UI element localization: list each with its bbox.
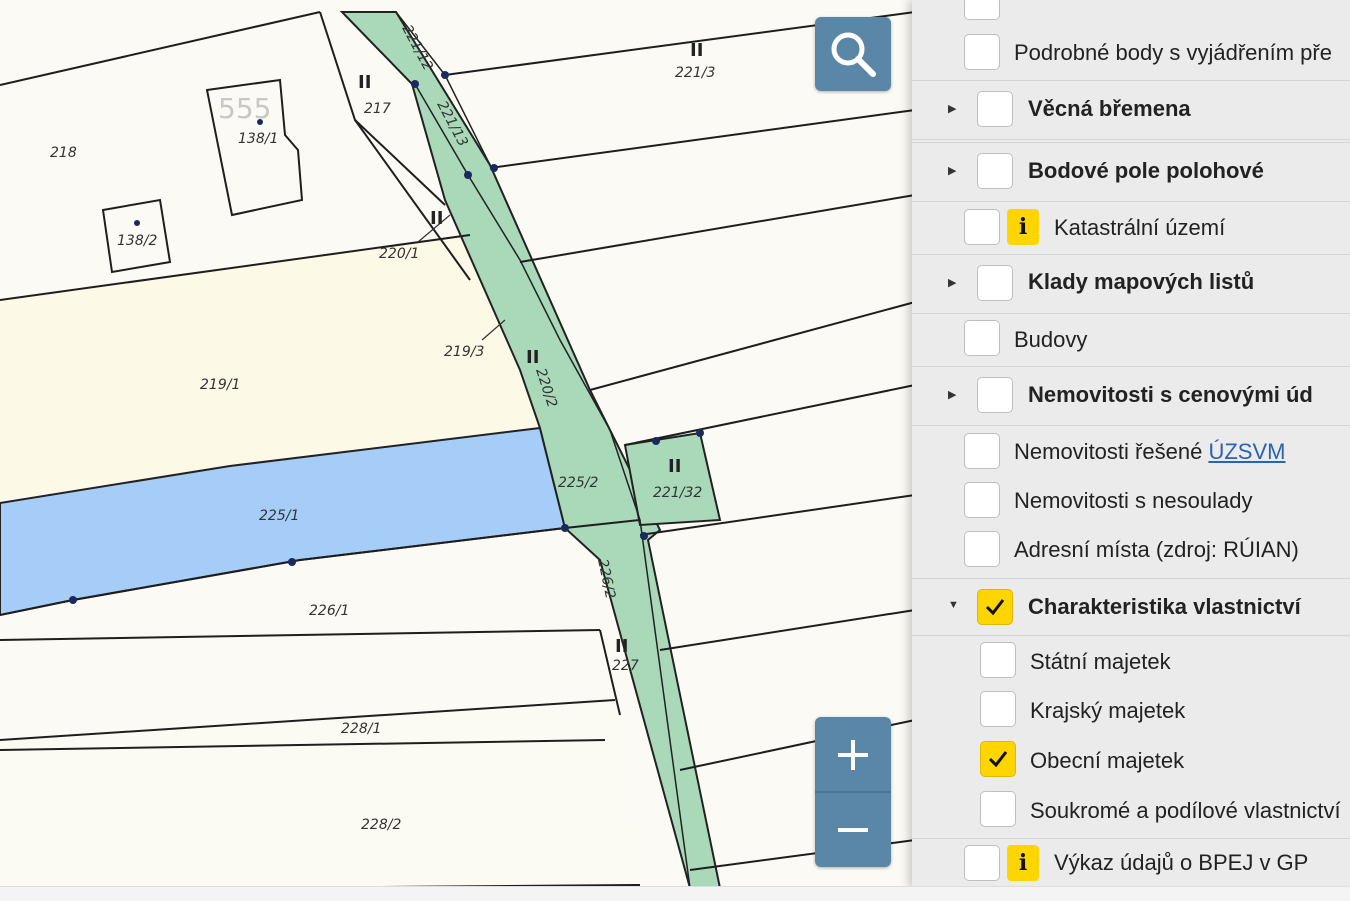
parcel-label: 138/2: [117, 233, 157, 249]
info-icon[interactable]: i: [1007, 845, 1039, 881]
layer-checkbox-checked[interactable]: [980, 741, 1016, 777]
layer-checkbox[interactable]: [964, 845, 1000, 881]
layer-label: Budovy: [1014, 327, 1088, 352]
layer-checkbox[interactable]: [964, 0, 1000, 20]
parcel-label: 219/3: [444, 344, 484, 360]
layer-checkbox[interactable]: [977, 265, 1013, 301]
parcel-label: 219/1: [200, 377, 240, 393]
uzsvm-link[interactable]: ÚZSVM: [1208, 439, 1285, 464]
svg-text:II: II: [526, 347, 539, 368]
layer-checkbox[interactable]: [964, 433, 1000, 469]
layer-label: Výkaz údajů o BPEJ v GP: [1054, 850, 1309, 875]
sublayer-row[interactable]: Soukromé a podílové vlastnictví: [912, 788, 1350, 834]
layer-checkbox[interactable]: [980, 691, 1016, 727]
layer-group-row[interactable]: ▶ Klady mapových listů: [912, 254, 1350, 314]
parcel-label: 227: [612, 658, 639, 674]
layer-group-row-expanded[interactable]: ▼ Charakteristika vlastnictví: [912, 578, 1350, 636]
layer-label-with-link: Nemovitosti řešené ÚZSVM: [1014, 439, 1285, 465]
parcel-label: 221/32: [653, 485, 702, 501]
layer-label: Nemovitosti s nesoulady: [1014, 488, 1253, 513]
layer-panel[interactable]: Podrobné body s vyjádřením pře ▶ Věcná b…: [912, 0, 1350, 888]
checkmark-icon: [985, 599, 1005, 616]
layer-row[interactable]: i Katastrální území: [912, 204, 1350, 250]
minus-icon: [838, 827, 868, 832]
parcel-label: 221/3: [675, 65, 715, 81]
search-icon: [831, 32, 876, 77]
expand-triangle-icon[interactable]: ▶: [948, 388, 956, 401]
search-button[interactable]: [815, 17, 891, 91]
collapse-triangle-icon[interactable]: ▼: [948, 599, 959, 611]
parcel-label: 138/1: [238, 131, 278, 147]
layer-label: Katastrální území: [1054, 215, 1226, 240]
layer-row[interactable]: Adresní místa (zdroj: RÚIAN): [912, 528, 1350, 574]
parcel-label: 225/1: [259, 508, 299, 524]
zoom-out-button[interactable]: [815, 792, 891, 867]
layer-group-row[interactable]: ▶ Věcná břemena: [912, 80, 1350, 140]
layer-row[interactable]: Nemovitosti řešené ÚZSVM: [912, 428, 1350, 474]
house-number: 555: [218, 92, 271, 125]
svg-text:II: II: [430, 208, 443, 229]
svg-text:II: II: [690, 40, 703, 61]
layer-row[interactable]: Podrobné body s vyjádřením pře: [912, 30, 1350, 76]
layer-group-row[interactable]: ▶ Bodové pole polohové: [912, 142, 1350, 202]
layer-row[interactable]: Budovy: [912, 316, 1350, 362]
sublayer-row[interactable]: Obecní majetek: [912, 738, 1350, 784]
parcel-label: 218: [50, 145, 77, 161]
parcel-label: 225/2: [558, 475, 598, 491]
layer-row[interactable]: i Výkaz údajů o BPEJ v GP: [912, 838, 1350, 888]
parcel-label: 228/1: [341, 721, 381, 737]
layer-label: Soukromé a podílové vlastnictví: [1030, 798, 1341, 823]
checkmark-icon: [988, 751, 1008, 768]
parcel-label: 220/1: [379, 246, 419, 262]
layer-checkbox-checked[interactable]: [977, 589, 1013, 625]
zoom-control: [815, 717, 891, 867]
layer-label: Nemovitosti řešené: [1014, 439, 1203, 464]
layer-checkbox[interactable]: [977, 153, 1013, 189]
expand-triangle-icon[interactable]: ▶: [948, 164, 956, 177]
layer-row[interactable]: Nemovitosti s nesoulady: [912, 478, 1350, 524]
layer-checkbox[interactable]: [964, 531, 1000, 567]
expand-triangle-icon[interactable]: ▶: [948, 276, 956, 289]
layer-checkbox[interactable]: [977, 377, 1013, 413]
layer-label: Státní majetek: [1030, 649, 1171, 674]
layer-label: Podrobné body s vyjádřením pře: [1014, 40, 1332, 65]
zoom-in-button[interactable]: [815, 717, 891, 792]
layer-label: Nemovitosti s cenovými úd: [1028, 382, 1313, 407]
layer-label: Klady mapových listů: [1028, 269, 1255, 294]
layer-label: Obecní majetek: [1030, 748, 1185, 773]
layer-checkbox[interactable]: [977, 91, 1013, 127]
layer-label: Věcná břemena: [1028, 96, 1191, 121]
svg-text:II: II: [358, 72, 371, 93]
bottom-bar: [0, 886, 1350, 901]
svg-text:II: II: [668, 456, 681, 477]
layer-label: Bodové pole polohové: [1028, 158, 1264, 183]
layer-checkbox[interactable]: [964, 320, 1000, 356]
layer-checkbox[interactable]: [980, 642, 1016, 678]
layer-label: Charakteristika vlastnictví: [1028, 594, 1301, 619]
svg-text:II: II: [615, 636, 628, 657]
sublayer-row[interactable]: Krajský majetek: [912, 688, 1350, 734]
layer-checkbox[interactable]: [964, 209, 1000, 245]
info-icon[interactable]: i: [1007, 209, 1039, 245]
layer-checkbox[interactable]: [964, 34, 1000, 70]
layer-row-partial: [912, 0, 1350, 22]
parcel-label: 217: [364, 101, 391, 117]
layer-label: Adresní místa (zdroj: RÚIAN): [1014, 537, 1299, 562]
sublayer-row[interactable]: Státní majetek: [912, 638, 1350, 684]
layer-label: Krajský majetek: [1030, 698, 1186, 723]
layer-group-row[interactable]: ▶ Nemovitosti s cenovými úd: [912, 366, 1350, 426]
parcel-label: 226/1: [309, 603, 349, 619]
expand-triangle-icon[interactable]: ▶: [948, 102, 956, 115]
plus-icon: [838, 739, 868, 770]
parcel-label: 228/2: [361, 817, 401, 833]
layer-checkbox[interactable]: [980, 791, 1016, 827]
layer-checkbox[interactable]: [964, 482, 1000, 518]
